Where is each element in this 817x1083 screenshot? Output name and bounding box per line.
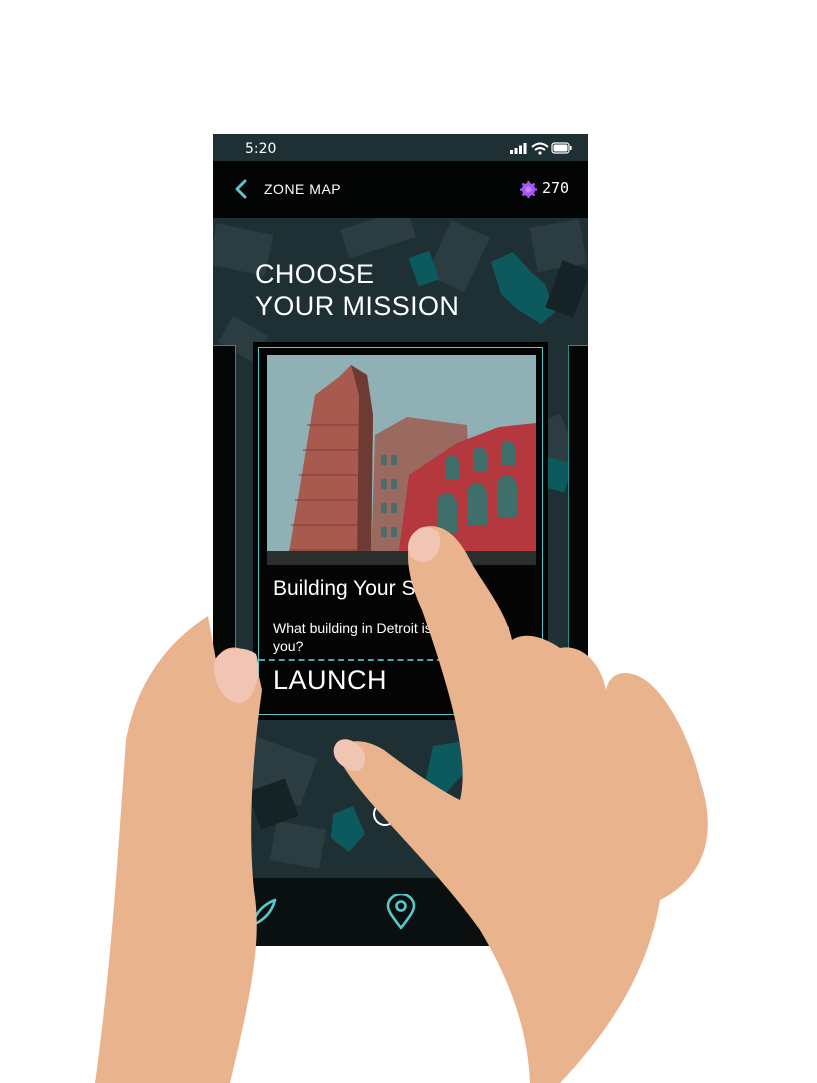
mission-image-detroit-buildings [267, 355, 536, 565]
battery-icon [551, 142, 572, 154]
phone-screen: 5:20 ZONE MAP 270 CHOOSE YOUR MISSION Bu… [213, 134, 588, 946]
rocket-icon[interactable] [245, 894, 279, 930]
mission-description: What building in Detroit is important to… [273, 620, 510, 654]
purple-gear-coin-icon [519, 180, 538, 199]
nav-bar: ZONE MAP 270 [213, 161, 588, 218]
reward-amount: 2 [542, 686, 550, 702]
coin-count: 270 [542, 179, 570, 197]
chevron-left-icon[interactable] [233, 179, 249, 199]
status-bar: 5:20 [213, 134, 588, 161]
status-icons [510, 141, 572, 159]
map-pin-icon[interactable] [384, 894, 418, 930]
page-title-line-1: CHOOSE [255, 259, 375, 289]
signal-icon [510, 143, 527, 154]
status-time: 5:20 [245, 141, 277, 157]
mission-card[interactable]: Building Your S What building in Detroit… [254, 343, 550, 719]
location-marker-icon[interactable] [373, 802, 397, 826]
nav-title: ZONE MAP [264, 181, 342, 197]
page-title-line-2: YOUR MISSION [255, 291, 460, 321]
tab-bar [213, 878, 588, 946]
launch-button[interactable]: LAUNCH [273, 665, 387, 696]
mission-title: Building Your S [273, 577, 416, 600]
page-title: CHOOSE YOUR MISSION [255, 258, 459, 322]
card-divider [259, 659, 542, 661]
previous-mission-card[interactable] [213, 345, 236, 677]
next-mission-card[interactable] [568, 345, 588, 677]
purple-gear-badge-icon [489, 675, 519, 705]
wifi-icon [531, 142, 549, 151]
